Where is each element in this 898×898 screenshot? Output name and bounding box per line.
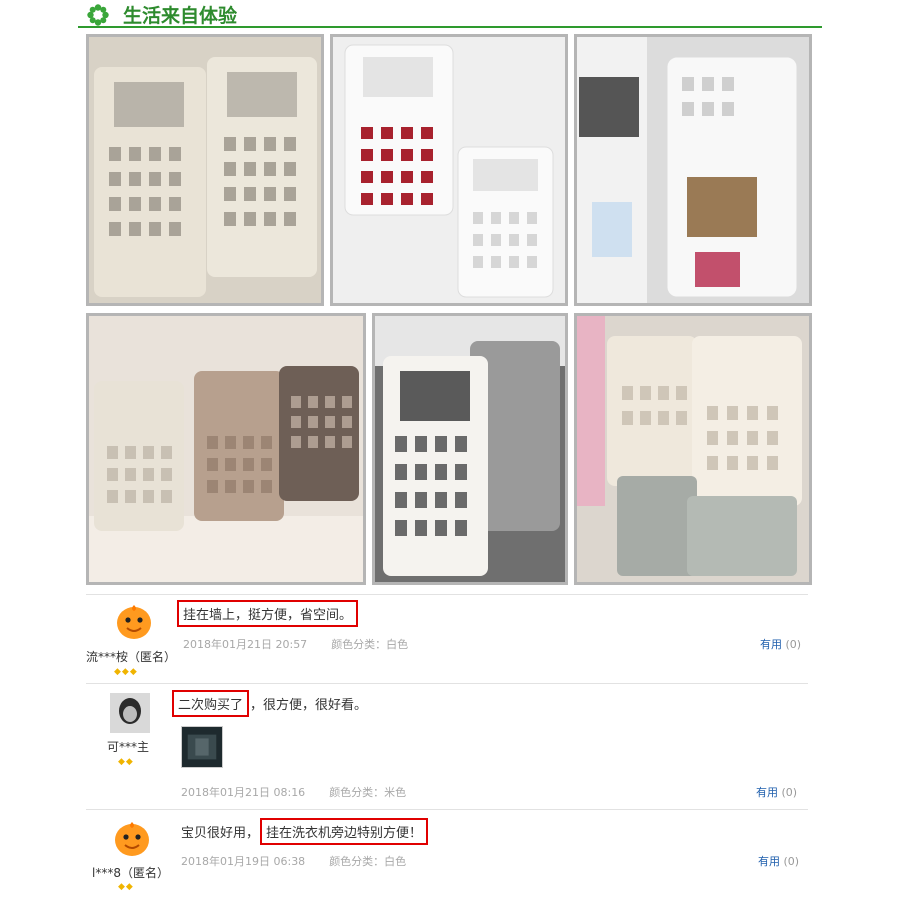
reviewer-username: 流***桉（匿名） [86,650,177,664]
photo-basket-washing-machine [574,34,812,306]
useful-button[interactable]: 有用 (0) [756,784,797,800]
photo-baskets-bathroom-tiles [372,313,568,585]
section-header: 生活来自体验 [78,0,822,28]
useful-count: (0) [781,786,798,799]
review-date: 2018年01月19日 06:38 [181,855,306,868]
section-title: 生活来自体验 [123,5,238,27]
review-color-variant: 颜色分类：米色 [329,786,407,799]
useful-button[interactable]: 有用 (0) [760,636,801,652]
reviewer-username: 可***主 [107,740,150,754]
review-text: 宝贝很好用， 挂在洗衣机旁边特别方便！ [181,818,429,845]
highlighted-phrase: 挂在墙上，挺方便，省空间。 [177,600,359,627]
photo-beige-baskets-window [86,34,324,306]
useful-count: (0) [783,855,800,868]
highlighted-phrase: 挂在洗衣机旁边特别方便！ [260,818,429,845]
reviewer-rank-icon: ◆◆◆ [114,667,138,677]
user-photo-avatar [110,693,150,733]
review-image-thumbnail[interactable] [181,726,223,768]
review-divider [86,594,808,595]
reviewer-rank-icon: ◆◆ [118,757,134,767]
review-divider [86,809,808,810]
review-text: 二次购买了 ，很方便，很好看。 [171,690,367,717]
review-date: 2018年01月21日 20:57 [183,638,308,651]
reviewer-username: l***8（匿名） [92,866,169,880]
review-color-variant: 颜色分类：白色 [329,855,407,868]
review-meta: 2018年01月21日 20:57 颜色分类：白色 [183,636,408,652]
review-meta: 2018年01月19日 06:38 颜色分类：白色 [181,853,406,869]
review-date: 2018年01月21日 08:16 [181,786,306,799]
review-meta: 2018年01月21日 08:16 颜色分类：米色 [181,784,406,800]
review-text: 挂在墙上，挺方便，省空间。 [176,600,359,627]
reviewer-rank-icon: ◆◆ [118,882,134,892]
photo-white-baskets-wall [330,34,568,306]
useful-count: (0) [785,638,802,651]
photo-stacked-baskets-corner [574,313,812,585]
useful-button[interactable]: 有用 (0) [758,853,799,869]
photo-three-colored-baskets [86,313,366,585]
review-divider [86,683,808,684]
mascot-avatar-icon [117,605,151,639]
mascot-avatar-icon [115,822,149,856]
green-flower-icon [87,4,109,26]
review-color-variant: 颜色分类：白色 [331,638,409,651]
highlighted-phrase: 二次购买了 [172,690,250,717]
